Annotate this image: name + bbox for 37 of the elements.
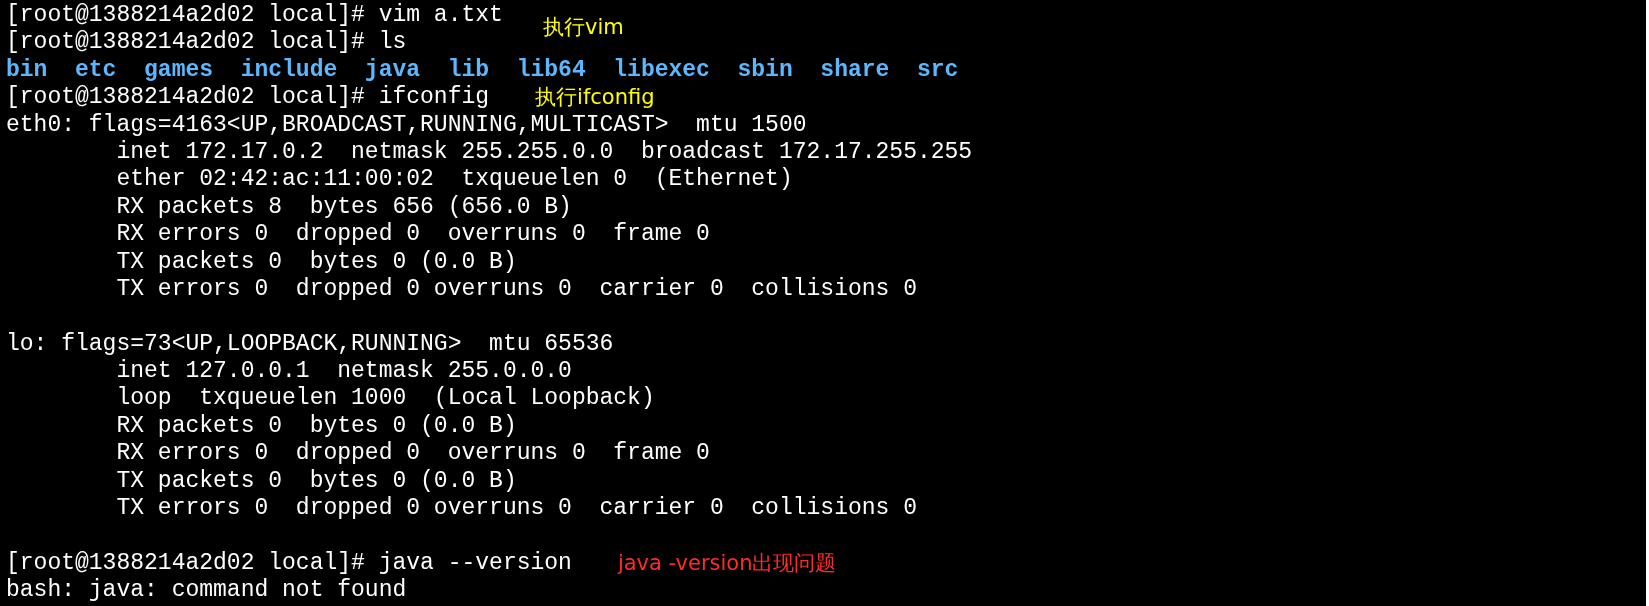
directory-name: share [820, 56, 890, 85]
directory-name: java [364, 56, 421, 85]
output-line: lo: flags=73<UP,LOOPBACK,RUNNING> mtu 65536 [6, 330, 614, 359]
directory-name: lib [447, 56, 490, 85]
directory-name: etc [75, 56, 117, 85]
shell-prompt: [root@1388214a2d02 local]# [6, 2, 365, 30]
output-line: inet 172.17.0.2 netmask 255.255.0.0 broadcast 172.17.255.255 [115, 138, 973, 167]
directory-name: games [144, 56, 214, 85]
output-line: RX errors 0 dropped 0 overruns 0 frame 0 [115, 221, 710, 249]
command-text: java --version [378, 549, 572, 578]
output-line: loop txqueuelen 1000 (Local Loopback) [115, 385, 655, 413]
annotation-text: java -version出现问题 [617, 549, 837, 577]
annotation-text: 执行ifconfig [535, 84, 655, 112]
output-line: TX errors 0 dropped 0 overruns 0 carrier 0 collisions 0 [115, 275, 917, 304]
shell-prompt: [root@1388214a2d02 local]# [6, 84, 365, 112]
output-line: ether 02:42:ac:11:00:02 txqueuelen 0 (Ethernet) [115, 166, 793, 194]
output-line: eth0: flags=4163<UP,BROADCAST,RUNNING,MULTICAST> mtu 1500 [6, 111, 807, 139]
output-line: TX packets 0 bytes 0 (0.0 B) [115, 248, 517, 276]
shell-prompt: [root@1388214a2d02 local]# [6, 29, 365, 57]
output-line: inet 127.0.0.1 netmask 255.0.0.0 [115, 358, 572, 386]
directory-name: bin [6, 56, 48, 85]
command-text: ifconfig [378, 84, 490, 112]
shell-prompt: [root@1388214a2d02 local]# [6, 549, 365, 578]
output-line: bash: java: command not found [6, 577, 407, 605]
annotation-text: 执行vim [543, 14, 624, 41]
command-text: vim a.txt [378, 2, 503, 30]
directory-name: sbin [737, 56, 793, 85]
output-line: RX errors 0 dropped 0 overruns 0 frame 0 [115, 440, 710, 468]
output-line: TX packets 0 bytes 0 (0.0 B) [115, 467, 517, 496]
command-text: ls [378, 29, 407, 57]
directory-name: include [240, 56, 338, 85]
output-line: TX errors 0 dropped 0 overruns 0 carrier 0 collisions 0 [115, 495, 917, 523]
output-line: RX packets 0 bytes 0 (0.0 B) [115, 412, 517, 441]
output-line: RX packets 8 bytes 656 (656.0 B) [115, 193, 572, 222]
directory-name: lib64 [516, 56, 586, 85]
directory-name: libexec [613, 56, 710, 85]
directory-name: src [916, 56, 959, 85]
